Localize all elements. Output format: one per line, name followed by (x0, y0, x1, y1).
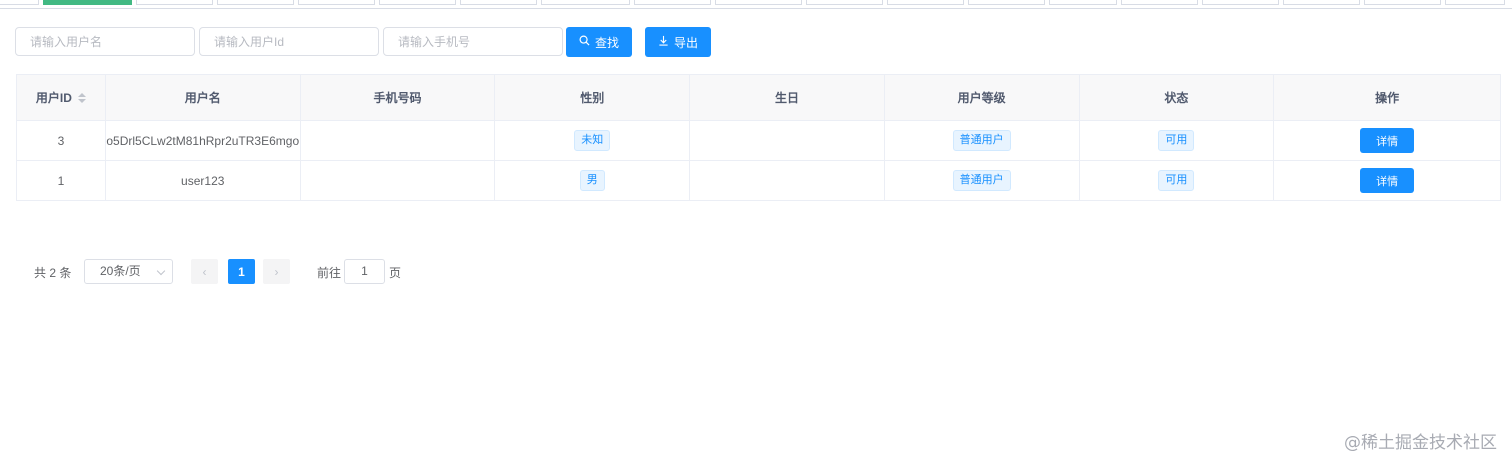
next-page-button[interactable]: › (263, 259, 290, 284)
search-button[interactable]: 查找 (566, 27, 632, 57)
tags-view-bar (0, 0, 1512, 9)
watermark: @稀土掘金技术社区 (1344, 433, 1497, 453)
tab[interactable] (1202, 0, 1279, 5)
phone-input-wrapper (383, 27, 563, 56)
cell-gender: 未知 (495, 121, 691, 160)
chevron-down-icon (156, 266, 166, 276)
cell-user-id: 3 (17, 121, 106, 160)
cell-status: 可用 (1080, 121, 1275, 160)
cell-username: o5Drl5CLw2tM81hRpr2uTR3E6mgo (106, 121, 301, 160)
export-button[interactable]: 导出 (645, 27, 711, 57)
search-button-label: 查找 (594, 35, 619, 50)
header-phone: 手机号码 (301, 75, 496, 120)
export-button-label: 导出 (673, 35, 698, 50)
tab[interactable] (0, 0, 39, 5)
tab[interactable] (634, 0, 711, 5)
cell-username: user123 (106, 161, 301, 200)
page-number-current[interactable]: 1 (228, 259, 255, 284)
tab[interactable] (887, 0, 964, 5)
header-username: 用户名 (106, 75, 301, 120)
goto-page-input[interactable]: 1 (344, 259, 385, 284)
cell-birthday (690, 121, 885, 160)
page-size-value: 20条/页 (100, 264, 141, 278)
username-input[interactable] (16, 28, 194, 55)
level-tag: 普通用户 (952, 170, 1011, 191)
goto-label: 前往 (317, 266, 342, 280)
chevron-right-icon: › (274, 264, 279, 279)
tab-active[interactable] (43, 0, 132, 5)
table-row: 3 o5Drl5CLw2tM81hRpr2uTR3E6mgo 未知 普通用户 可… (17, 121, 1500, 161)
tab[interactable] (806, 0, 883, 5)
page-suffix-label: 页 (389, 266, 402, 280)
tab[interactable] (217, 0, 294, 5)
pagination-total: 共 2 条 (34, 266, 72, 280)
detail-button[interactable]: 详情 (1360, 168, 1415, 193)
userid-input-wrapper (199, 27, 379, 56)
header-user-id[interactable]: 用户ID (17, 75, 106, 120)
level-tag: 普通用户 (952, 130, 1011, 151)
sort-icon[interactable] (77, 92, 86, 103)
user-table: 用户ID 用户名 手机号码 性别 生日 用户等级 状态 操作 3 o5Drl5C… (16, 74, 1501, 201)
header-status: 状态 (1080, 75, 1275, 120)
gender-tag: 未知 (574, 130, 611, 151)
search-icon (579, 35, 590, 49)
table-header-row: 用户ID 用户名 手机号码 性别 生日 用户等级 状态 操作 (17, 75, 1500, 121)
cell-phone (301, 161, 496, 200)
cell-birthday (690, 161, 885, 200)
cell-level: 普通用户 (885, 161, 1080, 200)
prev-page-button[interactable]: ‹ (191, 259, 218, 284)
tab[interactable] (541, 0, 630, 5)
userid-input[interactable] (200, 28, 378, 55)
cell-actions: 详情 (1274, 161, 1500, 200)
pagination: 共 2 条 20条/页 ‹ 1 › 前往 1 页 (0, 259, 600, 285)
cell-phone (301, 121, 496, 160)
header-birthday: 生日 (690, 75, 885, 120)
page-size-select[interactable]: 20条/页 (84, 259, 173, 284)
cell-status: 可用 (1080, 161, 1275, 200)
tab[interactable] (1283, 0, 1360, 5)
header-actions: 操作 (1375, 91, 1400, 105)
gender-tag: 男 (579, 170, 605, 191)
tab[interactable] (1364, 0, 1441, 5)
download-icon (658, 35, 669, 49)
cell-gender: 男 (495, 161, 691, 200)
status-tag: 可用 (1158, 170, 1195, 191)
tab[interactable] (1445, 0, 1505, 5)
cell-user-id: 1 (17, 161, 106, 200)
chevron-left-icon: ‹ (202, 264, 207, 279)
tab[interactable] (1049, 0, 1117, 5)
tab[interactable] (298, 0, 375, 5)
table-row: 1 user123 男 普通用户 可用 详情 (17, 161, 1500, 201)
cell-level: 普通用户 (885, 121, 1080, 160)
tab[interactable] (136, 0, 213, 5)
detail-button[interactable]: 详情 (1360, 128, 1415, 153)
tab[interactable] (460, 0, 537, 5)
tab[interactable] (968, 0, 1045, 5)
tab[interactable] (1121, 0, 1198, 5)
status-tag: 可用 (1158, 130, 1195, 151)
header-level: 用户等级 (885, 75, 1080, 120)
username-input-wrapper (15, 27, 195, 56)
cell-actions: 详情 (1274, 121, 1500, 160)
header-gender: 性别 (495, 75, 691, 120)
tab[interactable] (715, 0, 802, 5)
phone-input[interactable] (384, 28, 562, 55)
tab[interactable] (379, 0, 456, 5)
